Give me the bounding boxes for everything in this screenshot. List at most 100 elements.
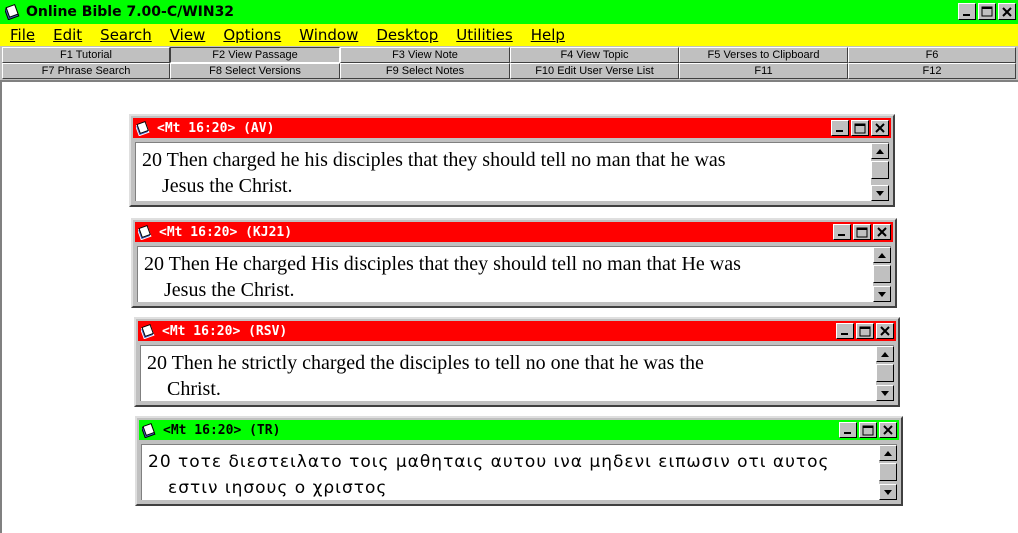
- minimize-button[interactable]: [833, 224, 851, 240]
- verse-window-title: <Mt 16:20> (KJ21): [159, 224, 293, 240]
- menu-utilities[interactable]: Utilities: [456, 26, 512, 44]
- verse-text-pane[interactable]: 20 Then He charged His disciples that th…: [137, 246, 891, 302]
- menu-bar: File Edit Search View Options Window Des…: [0, 24, 1018, 46]
- scroll-thumb[interactable]: [876, 364, 894, 382]
- vertical-scrollbar[interactable]: [873, 247, 891, 302]
- scroll-thumb[interactable]: [873, 265, 891, 283]
- maximize-icon: [856, 227, 868, 237]
- maximize-button[interactable]: [856, 323, 874, 339]
- verse-line-1: 20 τοτε διεστειλατο τοις μαθηταις αυτου …: [148, 452, 830, 472]
- scroll-up-arrow-icon: [878, 252, 886, 258]
- scroll-down-arrow-icon: [878, 291, 886, 297]
- close-icon: [1002, 6, 1012, 17]
- verse-window-title: <Mt 16:20> (TR): [163, 422, 281, 438]
- bible-icon[interactable]: [140, 323, 156, 339]
- f6-button[interactable]: F6: [848, 47, 1016, 63]
- close-icon: [877, 227, 887, 237]
- maximize-button[interactable]: [851, 120, 869, 136]
- verse-line-2: Jesus the Christ.: [162, 175, 293, 197]
- f8-select-versions-button[interactable]: F8 Select Versions: [170, 63, 340, 79]
- menu-options[interactable]: Options: [223, 26, 281, 44]
- app-titlebar[interactable]: Online Bible 7.00-C/WIN32: [0, 0, 1018, 24]
- vertical-scrollbar[interactable]: [879, 445, 897, 500]
- scroll-up-arrow-icon: [884, 450, 892, 456]
- verse-window-tr[interactable]: <Mt 16:20> (TR) 20 τοτε διεστειλατο τοις…: [135, 416, 903, 506]
- close-button[interactable]: [876, 323, 894, 339]
- close-icon: [880, 326, 890, 336]
- scroll-up-button[interactable]: [876, 346, 894, 362]
- verse-line-2: Christ.: [167, 378, 221, 400]
- verse-window-titlebar[interactable]: <Mt 16:20> (AV): [133, 118, 891, 138]
- close-button[interactable]: [873, 224, 891, 240]
- minimize-button[interactable]: [839, 422, 857, 438]
- menu-help[interactable]: Help: [531, 26, 565, 44]
- minimize-icon: [838, 234, 845, 236]
- scroll-up-button[interactable]: [879, 445, 897, 461]
- menu-view[interactable]: View: [170, 26, 206, 44]
- f12-button[interactable]: F12: [848, 63, 1016, 79]
- scroll-down-button[interactable]: [871, 185, 889, 201]
- verse-line-1: 20 Then charged he his disciples that th…: [142, 149, 726, 171]
- menu-edit[interactable]: Edit: [53, 26, 82, 44]
- verse-window-controls: [831, 120, 889, 136]
- bible-icon[interactable]: [137, 224, 153, 240]
- bible-icon[interactable]: [4, 3, 22, 21]
- verse-text-pane[interactable]: 20 Then he strictly charged the disciple…: [140, 345, 894, 401]
- verse-window-title: <Mt 16:20> (RSV): [162, 323, 288, 339]
- minimize-icon: [844, 432, 851, 434]
- f10-edit-user-verse-list-button[interactable]: F10 Edit User Verse List: [510, 63, 679, 79]
- menu-desktop[interactable]: Desktop: [376, 26, 438, 44]
- scroll-up-arrow-icon: [881, 351, 889, 357]
- scroll-thumb[interactable]: [879, 463, 897, 481]
- f1-tutorial-button[interactable]: F1 Tutorial: [2, 47, 170, 63]
- verse-window-controls: [836, 323, 894, 339]
- verse-window-titlebar[interactable]: <Mt 16:20> (TR): [139, 420, 899, 440]
- scroll-down-button[interactable]: [876, 385, 894, 401]
- verse-window-av[interactable]: <Mt 16:20> (AV) 20 Then charged he his d…: [129, 114, 895, 207]
- verse-text-pane[interactable]: 20 Then charged he his disciples that th…: [135, 142, 889, 201]
- verse-window-titlebar[interactable]: <Mt 16:20> (KJ21): [135, 222, 893, 242]
- maximize-button[interactable]: [859, 422, 877, 438]
- verse-line-1: 20 Then He charged His disciples that th…: [144, 253, 741, 275]
- menu-search[interactable]: Search: [100, 26, 152, 44]
- maximize-icon: [854, 123, 866, 133]
- f11-button[interactable]: F11: [679, 63, 848, 79]
- f4-view-topic-button[interactable]: F4 View Topic: [510, 47, 679, 63]
- verse-window-rsv[interactable]: <Mt 16:20> (RSV) 20 Then he strictly cha…: [134, 317, 900, 407]
- scroll-down-button[interactable]: [873, 286, 891, 302]
- scroll-thumb[interactable]: [871, 161, 889, 179]
- f3-view-note-button[interactable]: F3 View Note: [340, 47, 510, 63]
- verse-line-2: εστιν ιησους ο χριστος: [168, 478, 388, 498]
- verse-window-titlebar[interactable]: <Mt 16:20> (RSV): [138, 321, 896, 341]
- verse-text-pane[interactable]: 20 τοτε διεστειλατο τοις μαθηταις αυτου …: [141, 444, 897, 500]
- verse-text: 20 Then charged he his disciples that th…: [142, 147, 863, 199]
- close-button[interactable]: [879, 422, 897, 438]
- scroll-up-button[interactable]: [873, 247, 891, 263]
- scroll-up-button[interactable]: [871, 143, 889, 159]
- verse-text: 20 τοτε διεστειλατο τοις μαθηταις αυτου …: [148, 449, 871, 501]
- bible-icon[interactable]: [135, 120, 151, 136]
- verse-text: 20 Then He charged His disciples that th…: [144, 251, 865, 303]
- verse-line-1: 20 Then he strictly charged the disciple…: [147, 352, 704, 374]
- bible-icon[interactable]: [141, 422, 157, 438]
- maximize-button[interactable]: [853, 224, 871, 240]
- vertical-scrollbar[interactable]: [876, 346, 894, 401]
- minimize-button[interactable]: [836, 323, 854, 339]
- app-minimize-button[interactable]: [958, 3, 976, 20]
- app-close-button[interactable]: [998, 3, 1016, 20]
- verse-line-2: Jesus the Christ.: [164, 279, 295, 301]
- app-maximize-button[interactable]: [978, 3, 996, 20]
- close-button[interactable]: [871, 120, 889, 136]
- minimize-button[interactable]: [831, 120, 849, 136]
- scroll-up-arrow-icon: [876, 148, 884, 154]
- menu-file[interactable]: File: [10, 26, 35, 44]
- f2-view-passage-button[interactable]: F2 View Passage: [170, 47, 340, 63]
- f5-verses-to-clipboard-button[interactable]: F5 Verses to Clipboard: [679, 47, 848, 63]
- f7-phrase-search-button[interactable]: F7 Phrase Search: [2, 63, 170, 79]
- scroll-down-button[interactable]: [879, 484, 897, 500]
- vertical-scrollbar[interactable]: [871, 143, 889, 201]
- menu-window[interactable]: Window: [299, 26, 358, 44]
- app-window-controls: [958, 3, 1016, 20]
- f9-select-notes-button[interactable]: F9 Select Notes: [340, 63, 510, 79]
- verse-window-kj21[interactable]: <Mt 16:20> (KJ21) 20 Then He charged His…: [131, 218, 897, 308]
